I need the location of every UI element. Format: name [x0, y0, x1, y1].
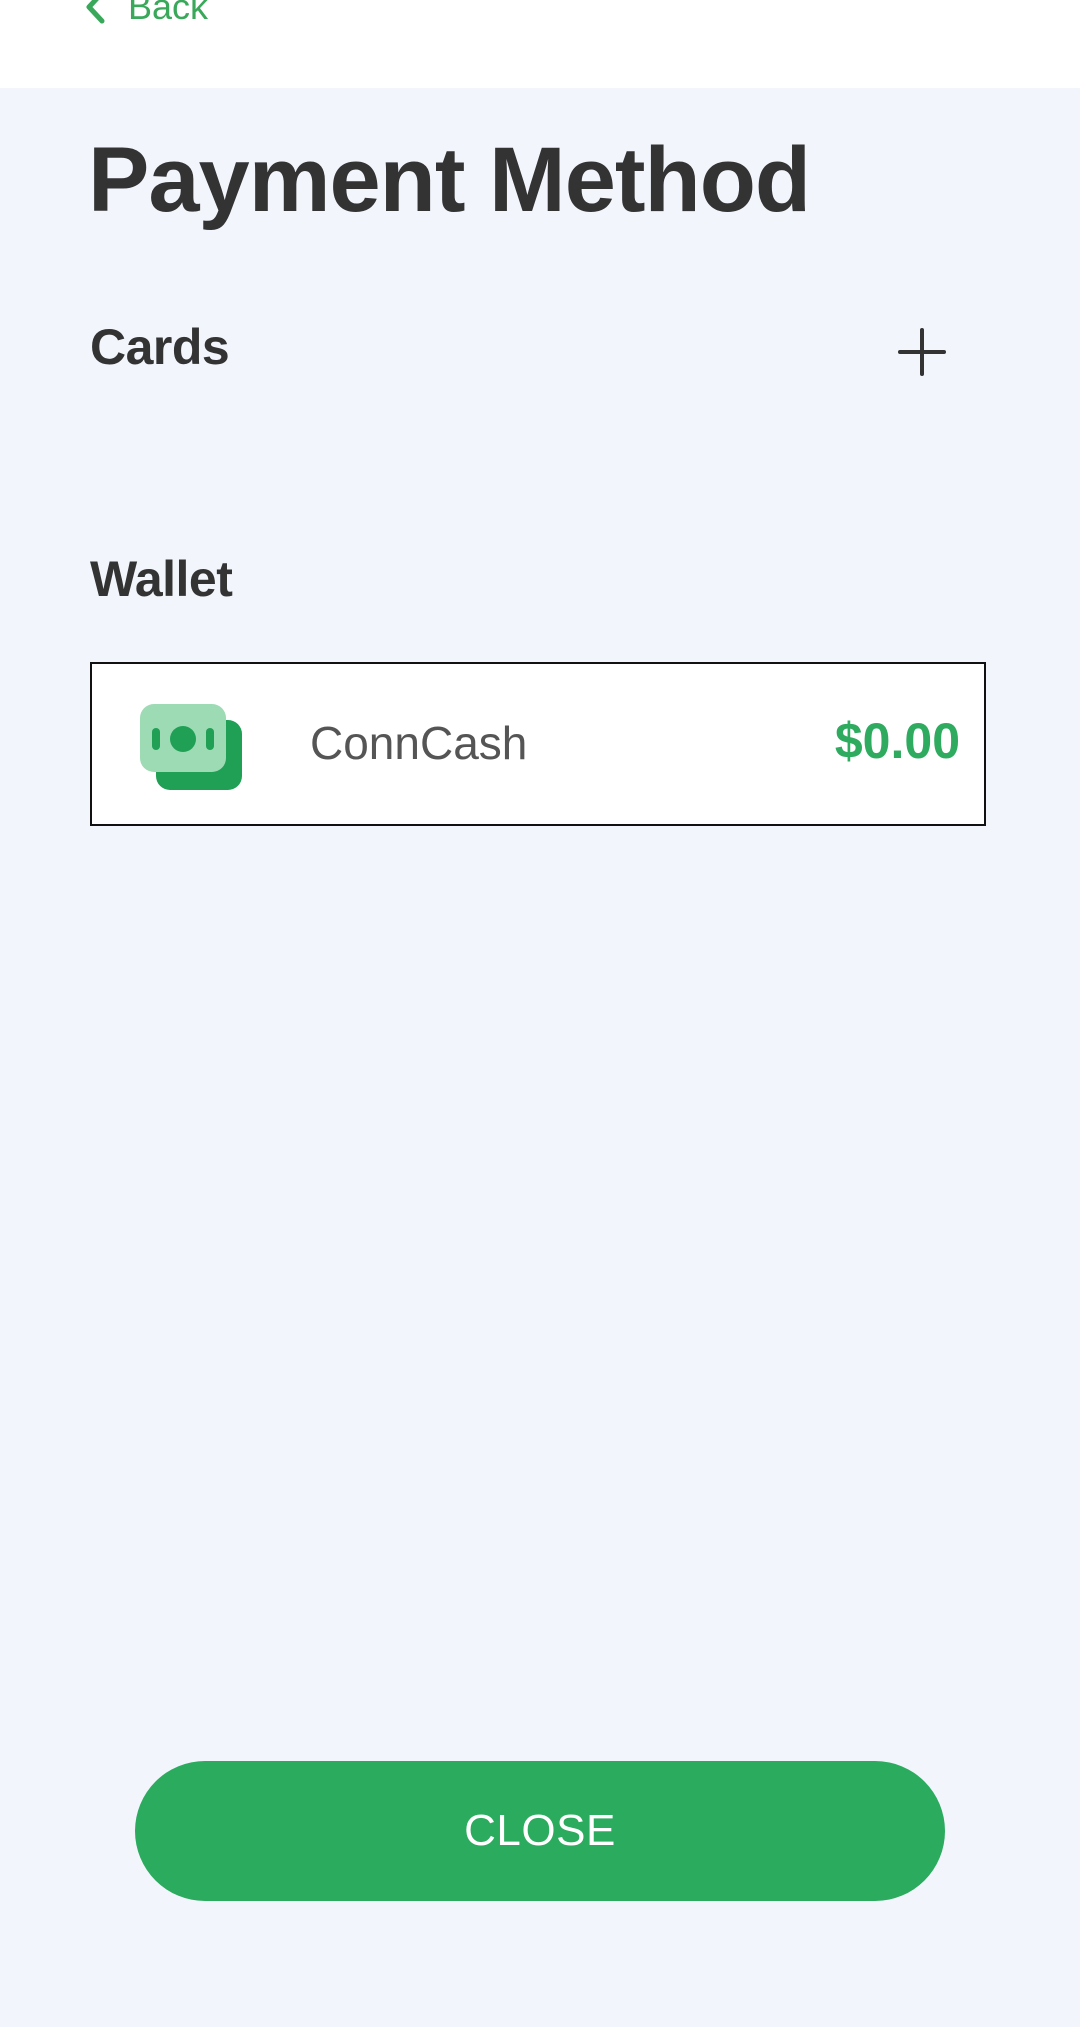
wallet-section-title: Wallet: [90, 551, 233, 607]
close-button[interactable]: CLOSE: [135, 1761, 945, 1901]
cards-section-title: Cards: [90, 319, 230, 375]
add-card-button[interactable]: [896, 326, 948, 378]
top-bar: Back: [0, 0, 1080, 88]
back-label: Back: [128, 0, 209, 27]
plus-icon: [896, 326, 948, 378]
wallet-item-balance: $0.00: [834, 713, 960, 769]
page-title: Payment Method: [88, 129, 811, 231]
wallet-item-conncash[interactable]: ConnCash $0.00: [90, 662, 986, 826]
wallet-item-name: ConnCash: [310, 717, 528, 769]
cash-icon: [140, 704, 244, 792]
chevron-left-icon: [84, 0, 106, 24]
back-button[interactable]: Back: [84, 0, 208, 30]
